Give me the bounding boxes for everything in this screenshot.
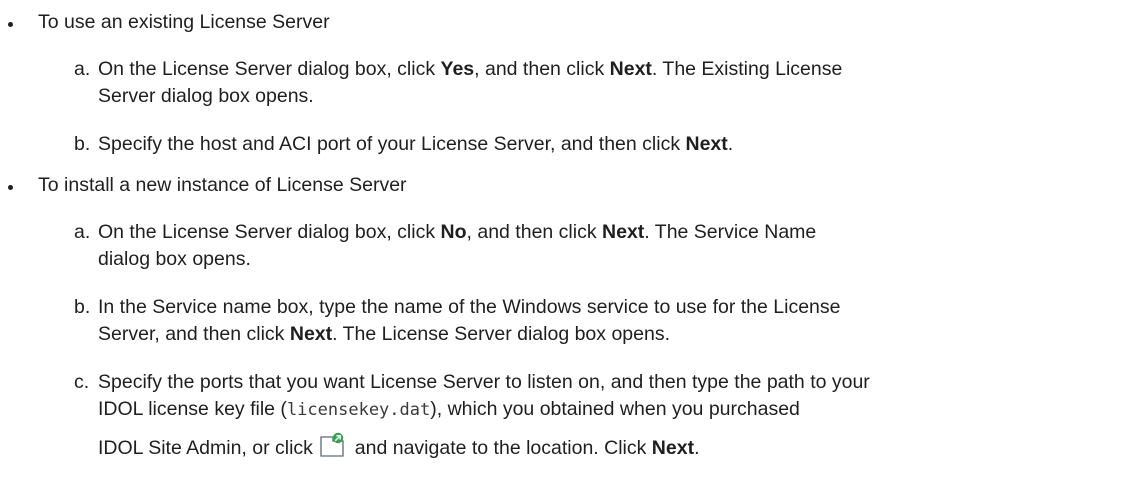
- bullet-heading: To install a new instance of License Ser…: [38, 174, 407, 196]
- step-text: On the License Server dialog box, click …: [98, 56, 1108, 110]
- step-text: On the License Server dialog box, click …: [98, 219, 1108, 273]
- bold-term: Next: [289, 323, 333, 345]
- step-text: Specify the host and ACI port of your Li…: [98, 131, 1108, 158]
- step-line: In the Service name box, type the name o…: [98, 296, 841, 318]
- bullet-icon: [8, 185, 13, 190]
- step-line: Specify the host and ACI port of your Li…: [98, 133, 734, 155]
- step-line: dialog box opens.: [98, 248, 251, 270]
- step-marker: a.: [74, 58, 91, 80]
- bold-term: Next: [609, 58, 652, 80]
- step-line: IDOL license key file (licensekey.dat), …: [98, 398, 800, 420]
- browse-folder-icon[interactable]: [319, 432, 345, 458]
- step-line: On the License Server dialog box, click …: [98, 58, 843, 80]
- filename-code: licensekey.dat: [286, 400, 431, 420]
- bold-term: Yes: [440, 58, 475, 80]
- bold-term: Next: [602, 221, 645, 243]
- step-line: IDOL Site Admin, or click and navigate t…: [98, 432, 1108, 462]
- instructions-document: To use an existing License Server a. On …: [0, 0, 1121, 487]
- bullet-heading: To use an existing License Server: [38, 11, 330, 33]
- bullet-icon: [8, 22, 13, 27]
- step-text: Specify the ports that you want License …: [98, 369, 1108, 462]
- bold-term: No: [440, 221, 467, 243]
- step-line: On the License Server dialog box, click …: [98, 221, 817, 243]
- step-text: In the Service name box, type the name o…: [98, 294, 1108, 348]
- bold-term: Next: [651, 437, 695, 459]
- step-line: Server dialog box opens.: [98, 85, 314, 107]
- step-marker: b.: [74, 296, 91, 318]
- step-line: Specify the ports that you want License …: [98, 371, 870, 393]
- step-marker: b.: [74, 133, 91, 155]
- bold-term: Next: [685, 133, 728, 155]
- step-line: Server, and then click Next. The License…: [98, 323, 670, 345]
- step-marker: a.: [74, 221, 91, 243]
- step-marker: c.: [74, 371, 90, 393]
